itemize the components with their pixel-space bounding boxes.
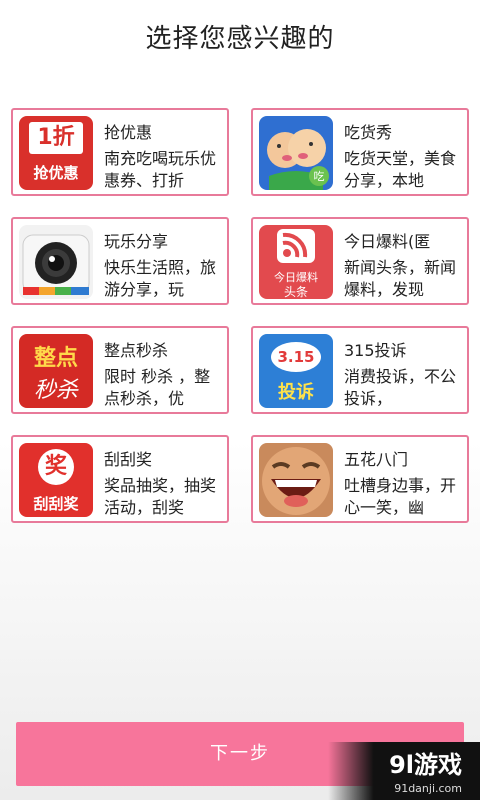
scratch-card-icon-label: 奖 bbox=[38, 449, 74, 485]
card-name: 整点秒杀 bbox=[104, 341, 169, 360]
interest-card-foodie[interactable]: 吃 吃货秀 吃货天堂，美食分享，本地 bbox=[251, 108, 469, 196]
interest-card-discount[interactable]: 1折 抢优惠 抢优惠 南充吃喝玩乐优惠券、打折 bbox=[11, 108, 229, 196]
rss-icon: 今日爆料 头条 bbox=[259, 225, 333, 299]
interest-card-share[interactable]: 玩乐分享 快乐生活照，旅游分享，玩 bbox=[11, 217, 229, 305]
foodie-icon-badge: 吃 bbox=[313, 170, 325, 183]
complaint-icon-label: 3.15 bbox=[271, 342, 321, 372]
flash-sale-icon-label: 整点 bbox=[33, 346, 78, 371]
card-name: 刮刮奖 bbox=[104, 450, 153, 469]
card-name: 五花八门 bbox=[344, 450, 409, 469]
interest-card-complaint[interactable]: 3.15 投诉 315投诉 消费投诉，不公投诉， bbox=[251, 326, 469, 414]
scratch-card-icon-caption: 刮刮奖 bbox=[33, 495, 79, 513]
scratch-card-icon: 奖 刮刮奖 bbox=[19, 443, 93, 517]
card-name: 315投诉 bbox=[344, 341, 407, 360]
interest-card-misc[interactable]: 五花八门 吐槽身边事，开心一笑，幽 bbox=[251, 435, 469, 523]
interest-card-scratch[interactable]: 奖 刮刮奖 刮刮奖 奖品抽奖，抽奖活动，刮奖 bbox=[11, 435, 229, 523]
card-description: 南充吃喝玩乐优惠券、打折 bbox=[104, 149, 217, 190]
card-name: 今日爆料(匿 bbox=[344, 232, 431, 251]
card-name: 玩乐分享 bbox=[104, 232, 169, 251]
foodie-icon: 吃 bbox=[259, 116, 333, 190]
card-name: 抢优惠 bbox=[104, 123, 153, 142]
card-name: 吃货秀 bbox=[344, 123, 393, 142]
card-description: 限时 秒杀 ，整点秒杀，优 bbox=[104, 367, 211, 408]
discount-icon: 1折 抢优惠 bbox=[19, 116, 93, 190]
watermark-logo: 9l游戏 91danji.com bbox=[328, 742, 480, 800]
interest-card-news[interactable]: 今日爆料 头条 今日爆料(匿 新闻头条，新闻爆料，发现 bbox=[251, 217, 469, 305]
card-description: 快乐生活照，旅游分享，玩 bbox=[104, 258, 217, 299]
page-title: 选择您感兴趣的 bbox=[145, 24, 335, 54]
watermark-url: 91danji.com bbox=[394, 782, 462, 795]
complaint-icon-caption: 投诉 bbox=[278, 382, 314, 403]
discount-icon-label: 1折 bbox=[29, 122, 83, 154]
laughing-face-icon bbox=[259, 443, 333, 517]
interest-card-flash-sale[interactable]: 整点 秒杀 整点秒杀 限时 秒杀 ，整点秒杀，优 bbox=[11, 326, 229, 414]
watermark-brand: 9l游戏 bbox=[389, 751, 462, 779]
flash-sale-icon-caption: 秒杀 bbox=[33, 378, 78, 403]
card-description: 新闻头条，新闻爆料，发现 bbox=[344, 258, 457, 299]
camera-icon bbox=[19, 225, 93, 299]
complaint-icon: 3.15 投诉 bbox=[259, 334, 333, 408]
card-description: 奖品抽奖，抽奖活动，刮奖 bbox=[104, 476, 217, 517]
discount-icon-caption: 抢优惠 bbox=[33, 164, 79, 182]
card-description: 消费投诉，不公投诉， bbox=[344, 367, 457, 408]
card-description: 吐槽身边事，开心一笑，幽 bbox=[344, 476, 457, 517]
card-description: 吃货天堂，美食分享，本地 bbox=[344, 149, 457, 190]
rss-icon-caption: 头条 bbox=[283, 285, 308, 299]
flash-sale-icon: 整点 秒杀 bbox=[19, 334, 93, 408]
